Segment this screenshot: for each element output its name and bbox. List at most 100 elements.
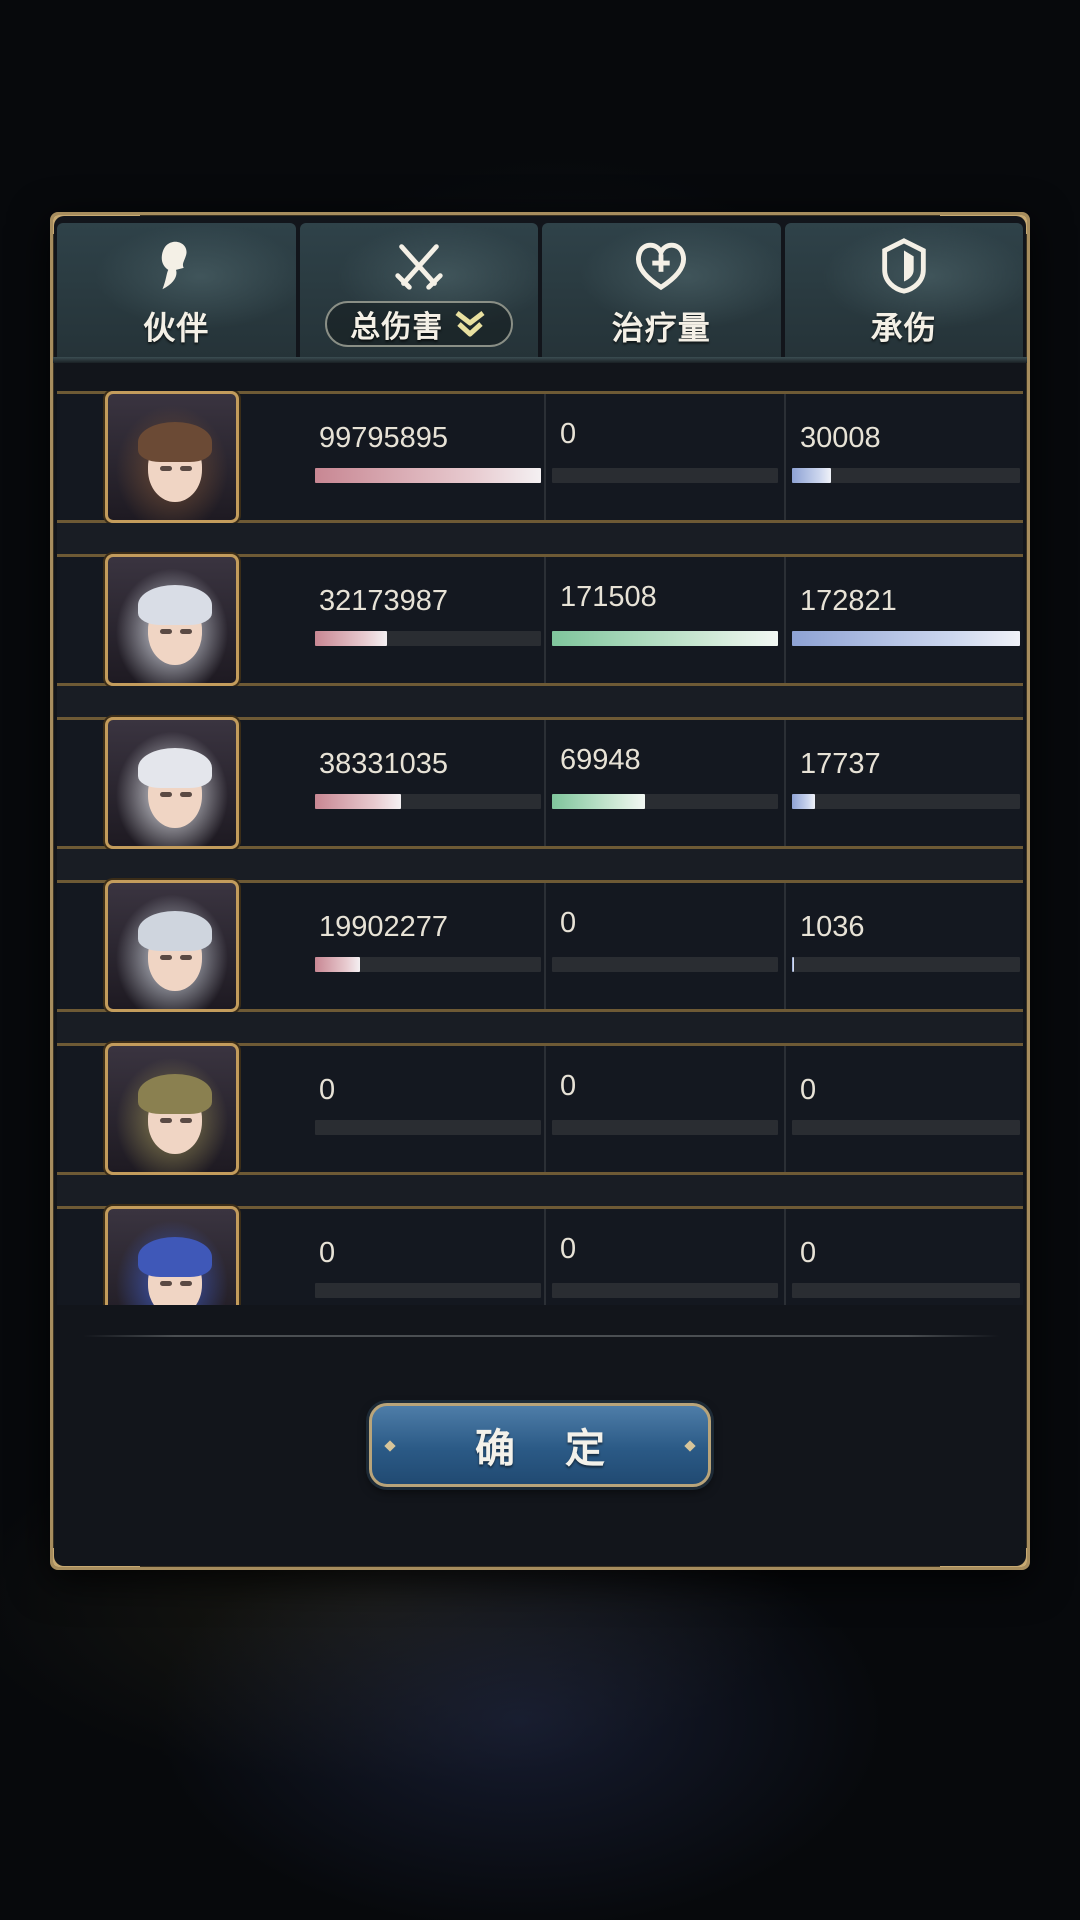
frame-corner <box>940 1548 1027 1567</box>
damage-taken-bar <box>792 794 1020 809</box>
damage-taken-value: 17737 <box>800 748 881 780</box>
healing-cell: 0 <box>544 1046 784 1172</box>
damage-taken-cell: 172821 <box>784 557 1023 683</box>
damage-cell: 19902277 <box>315 883 545 1009</box>
tab-partner: 伙伴 <box>57 223 296 357</box>
damage-taken-bar-fill <box>792 957 795 972</box>
damage-taken-value: 172821 <box>800 585 897 617</box>
tab-damage-taken: 承伤 <box>784 223 1023 357</box>
damage-taken-bar <box>792 1120 1020 1135</box>
healing-cell: 171508 <box>544 557 784 683</box>
healing-bar <box>552 631 778 646</box>
damage-taken-cell: 17737 <box>784 720 1023 846</box>
damage-value: 0 <box>319 1074 336 1106</box>
row-gap <box>57 686 1023 717</box>
healing-bar <box>552 1120 778 1135</box>
healing-bar-fill <box>552 794 645 809</box>
damage-value: 38331035 <box>319 748 449 780</box>
partner-avatar[interactable] <box>105 1043 239 1175</box>
confirm-label: 确 定 <box>475 1425 623 1472</box>
stats-row: 0 0 0 <box>57 1206 1023 1305</box>
damage-taken-cell: 0 <box>784 1046 1023 1172</box>
partner-avatar[interactable] <box>105 717 239 849</box>
healing-bar <box>552 1283 778 1298</box>
stats-list[interactable]: 99795895 0 30008 32173987 171508 172821 383310… <box>57 391 1023 1305</box>
tab-label: 总伤害 <box>350 310 444 345</box>
damage-taken-bar <box>792 957 1020 972</box>
stats-header: 伙伴 总伤害 治疗量 承伤 <box>57 223 1023 357</box>
row-gap <box>57 523 1023 554</box>
damage-bar <box>315 1120 541 1135</box>
damage-value: 32173987 <box>319 585 449 617</box>
tab-label: 承伤 <box>870 309 937 347</box>
healing-value: 171508 <box>560 581 657 613</box>
damage-taken-bar-fill <box>792 794 815 809</box>
damage-bar-fill <box>315 957 361 972</box>
damage-cell: 0 <box>315 1209 545 1305</box>
damage-bar <box>315 1283 541 1298</box>
footer-divider <box>83 1335 999 1337</box>
tab-healing: 治疗量 <box>542 223 781 357</box>
stats-row: 32173987 171508 172821 <box>57 554 1023 686</box>
damage-cell: 0 <box>315 1046 545 1172</box>
healing-value: 0 <box>560 907 577 939</box>
healing-bar <box>552 957 778 972</box>
damage-value: 0 <box>319 1237 336 1269</box>
damage-bar <box>315 631 541 646</box>
damage-bar <box>315 794 541 809</box>
damage-taken-value: 30008 <box>800 422 881 454</box>
damage-value: 19902277 <box>319 911 449 943</box>
damage-taken-value: 0 <box>800 1074 817 1106</box>
healing-bar <box>552 794 778 809</box>
partner-avatar[interactable] <box>105 1206 239 1305</box>
healing-cell: 0 <box>544 394 784 520</box>
damage-taken-bar-fill <box>792 631 1020 646</box>
healing-cell: 69948 <box>544 720 784 846</box>
tab-total-damage[interactable]: 总伤害 <box>299 223 538 357</box>
healing-cell: 0 <box>544 883 784 1009</box>
healing-value: 0 <box>560 1233 577 1265</box>
damage-taken-bar-fill <box>792 468 831 483</box>
header-divider <box>53 357 1027 363</box>
partner-avatar[interactable] <box>105 391 239 523</box>
sort-dropdown[interactable]: 总伤害 <box>324 301 513 347</box>
damage-value: 99795895 <box>319 422 449 454</box>
healing-value: 0 <box>560 1070 577 1102</box>
damage-taken-bar <box>792 631 1020 646</box>
damage-taken-value: 1036 <box>800 911 865 943</box>
damage-bar-fill <box>315 631 388 646</box>
damage-taken-bar <box>792 1283 1020 1298</box>
confirm-button[interactable]: 确 定 <box>369 1403 711 1487</box>
row-gap <box>57 1175 1023 1206</box>
crossed-swords-icon <box>395 244 443 290</box>
damage-taken-bar <box>792 468 1020 483</box>
row-gap <box>57 849 1023 880</box>
row-gap <box>57 1012 1023 1043</box>
shield-icon <box>882 238 926 294</box>
damage-bar-fill <box>315 794 401 809</box>
chevron-down-icon <box>455 311 485 337</box>
partner-silhouette-icon <box>161 241 187 290</box>
stats-row: 38331035 69948 17737 <box>57 717 1023 849</box>
tab-label: 治疗量 <box>611 309 711 347</box>
damage-bar-fill <box>315 468 541 483</box>
damage-taken-cell: 1036 <box>784 883 1023 1009</box>
damage-bar <box>315 468 541 483</box>
stats-row: 0 0 0 <box>57 1043 1023 1175</box>
healing-bar <box>552 468 778 483</box>
stats-row: 19902277 0 1036 <box>57 880 1023 1012</box>
damage-cell: 38331035 <box>315 720 545 846</box>
healing-cell: 0 <box>544 1209 784 1305</box>
healing-value: 69948 <box>560 744 641 776</box>
healing-bar-fill <box>552 631 778 646</box>
damage-taken-cell: 30008 <box>784 394 1023 520</box>
stats-row: 99795895 0 30008 <box>57 391 1023 523</box>
damage-cell: 32173987 <box>315 557 545 683</box>
partner-avatar[interactable] <box>105 880 239 1012</box>
partner-avatar[interactable] <box>105 554 239 686</box>
heart-plus-icon <box>636 242 687 291</box>
damage-cell: 99795895 <box>315 394 545 520</box>
tab-label: 伙伴 <box>143 309 210 347</box>
damage-bar <box>315 957 541 972</box>
battle-stats-panel: 伙伴 总伤害 治疗量 承伤 99795895 0 30008 32173987 … <box>50 212 1030 1570</box>
